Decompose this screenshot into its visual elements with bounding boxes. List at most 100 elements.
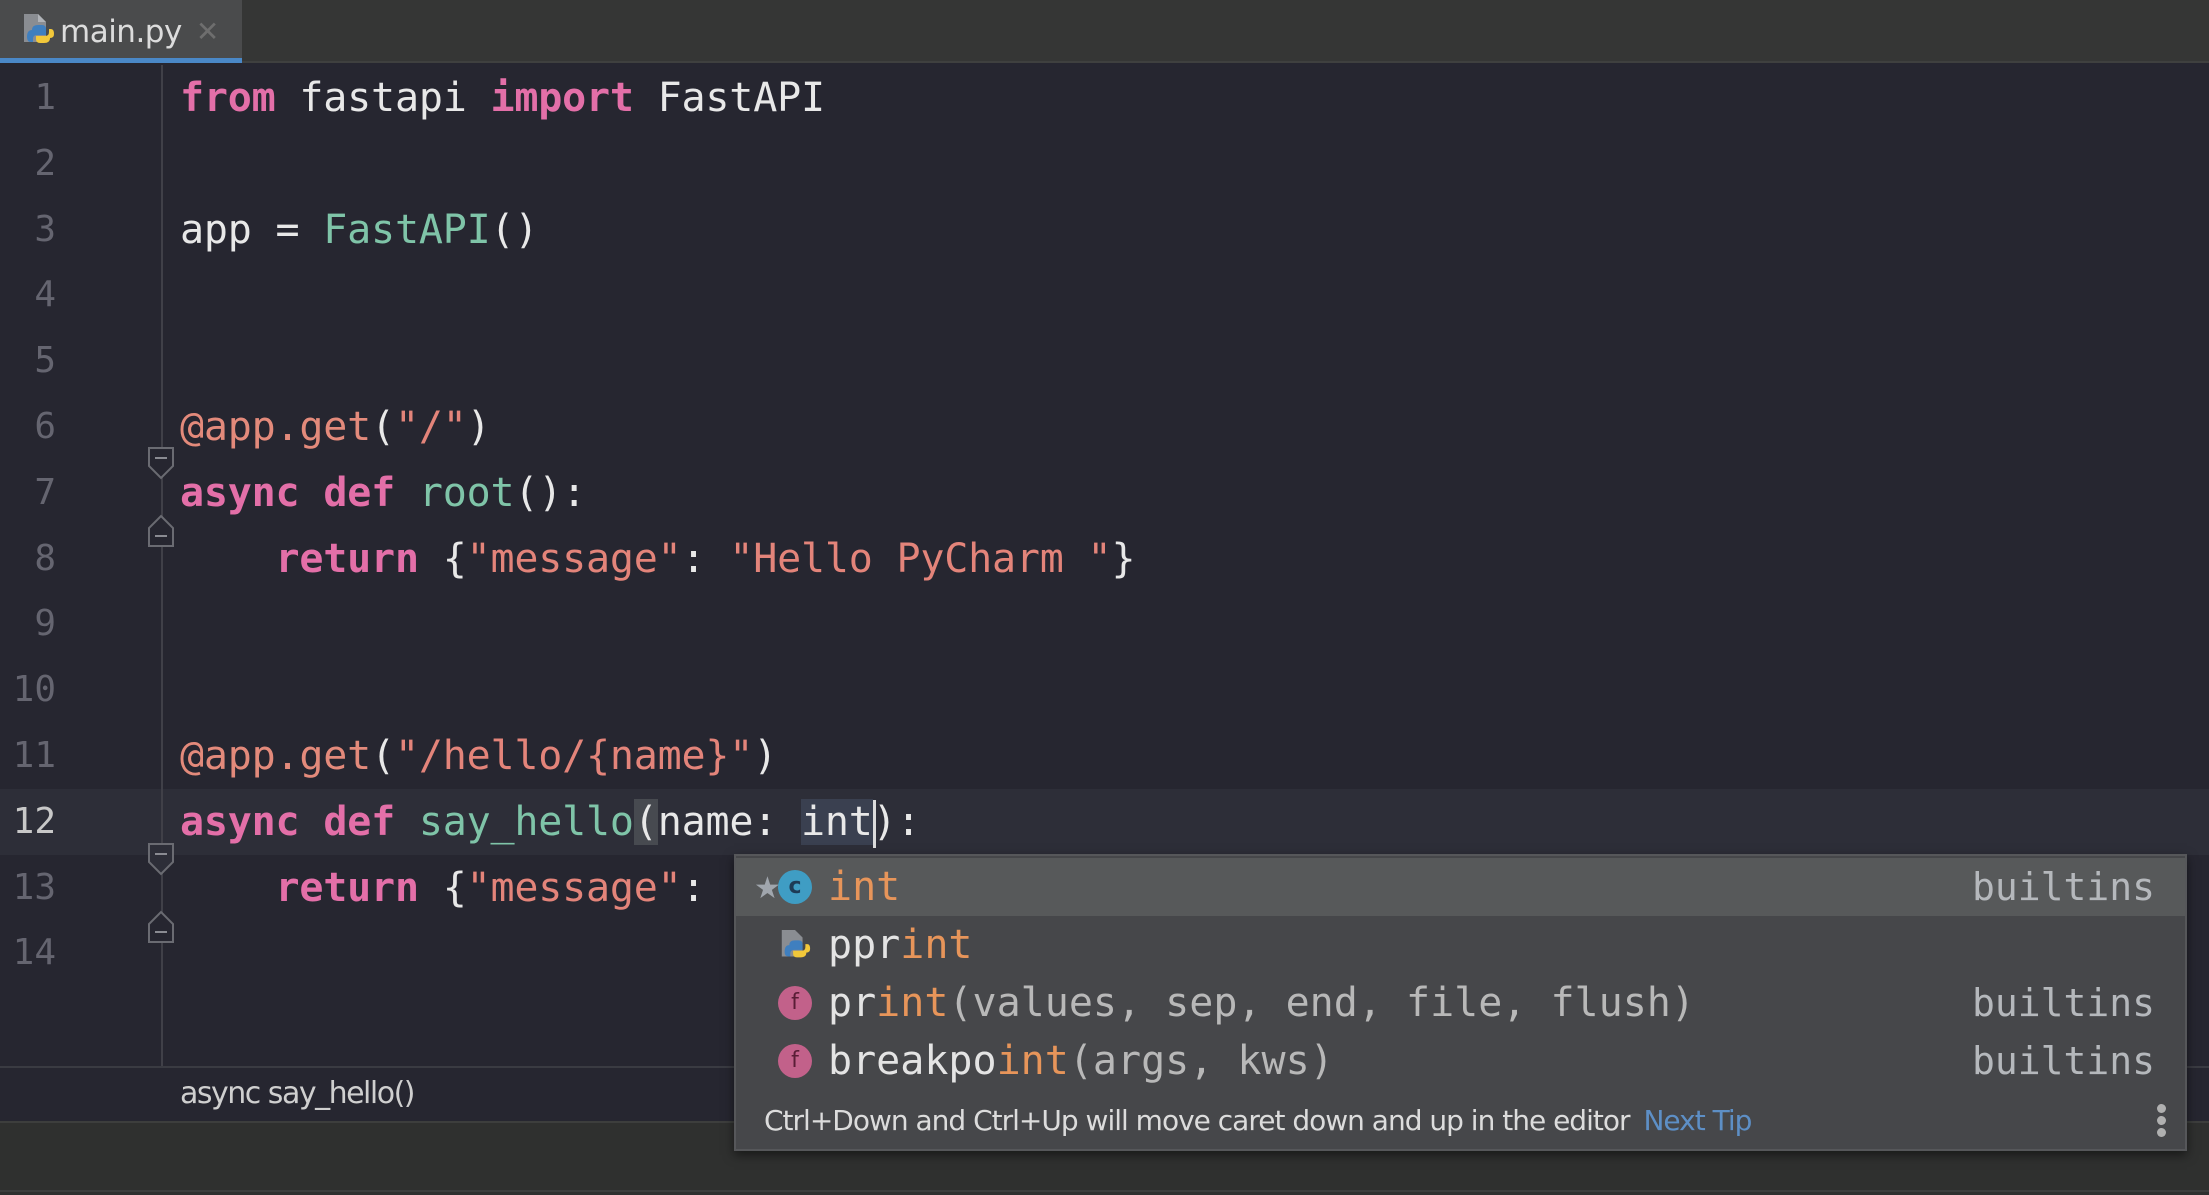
code-line[interactable]: 4 <box>0 262 2209 328</box>
line-number[interactable]: 2 <box>0 131 56 197</box>
code-text: return {"message": "Hello PyCharm "} <box>180 526 1136 592</box>
fold-start-icon[interactable] <box>146 842 176 876</box>
line-number[interactable]: 8 <box>0 526 56 592</box>
code-token: return <box>275 535 419 582</box>
code-text: app = FastAPI() <box>180 197 538 263</box>
code-token: name: <box>657 798 801 845</box>
code-token: { <box>418 864 467 911</box>
matched-paren: ( <box>633 798 658 845</box>
line-number[interactable]: 9 <box>0 591 56 657</box>
completion-item-name: pprint <box>828 922 973 968</box>
code-token: (): <box>514 469 587 516</box>
completion-item[interactable]: f breakpoint(args, kws) builtins <box>736 1032 2185 1090</box>
code-line[interactable]: 6 @app.get("/") <box>0 394 2209 460</box>
code-line[interactable]: 3 app = FastAPI() <box>0 197 2209 263</box>
editor-tab-bar: main.py ✕ <box>0 0 2209 63</box>
fold-end-icon[interactable] <box>146 910 176 944</box>
code-token: root <box>418 469 515 516</box>
completion-tip: Ctrl+Down and Ctrl+Up will move caret do… <box>736 1094 2185 1151</box>
code-token: fastapi <box>275 75 491 121</box>
code-line[interactable]: 2 <box>0 131 2209 197</box>
line-number[interactable]: 14 <box>0 920 56 986</box>
code-text: async def say_hello(name: int): <box>180 789 921 855</box>
code-token: "/hello/{name}" <box>394 733 754 779</box>
code-completion-popup: ★ c int builtins pprint f print(values, sep, e… <box>734 854 2187 1151</box>
code-line[interactable]: 7 async def root(): <box>0 460 2209 526</box>
code-token: async <box>180 798 300 845</box>
tip-text: Ctrl+Down and Ctrl+Up will move caret do… <box>764 1104 1752 1137</box>
completion-signature: (args, kws) <box>1068 1038 1334 1084</box>
python-module-icon <box>778 928 812 962</box>
completion-item[interactable]: ★ c int builtins <box>736 858 2185 916</box>
breadcrumb-item[interactable]: async say_hello() <box>180 1076 415 1111</box>
line-number[interactable]: 13 <box>0 855 56 921</box>
star-icon: ★ <box>754 871 781 906</box>
code-line[interactable]: 10 <box>0 657 2209 723</box>
code-token: ) <box>872 798 897 845</box>
code-token: ( <box>371 404 395 450</box>
line-number[interactable]: 3 <box>0 197 56 263</box>
completion-item-name: int <box>828 864 901 910</box>
code-text: from fastapi import FastAPI <box>180 65 825 131</box>
fold-end-icon[interactable] <box>146 514 176 548</box>
code-token: def <box>323 798 395 845</box>
code-token: @app.get <box>180 404 372 450</box>
completion-source: builtins <box>1971 865 2155 909</box>
code-token: : <box>896 798 921 845</box>
line-number[interactable]: 10 <box>0 657 56 723</box>
typed-word: int <box>801 798 873 845</box>
class-icon: c <box>778 870 812 904</box>
code-text: async def root(): <box>180 460 586 526</box>
fold-start-icon[interactable] <box>146 446 176 480</box>
code-token: "message" <box>466 535 682 582</box>
code-text: @app.get("/hello/{name}") <box>180 723 777 789</box>
code-token: import <box>490 75 634 121</box>
code-line[interactable]: 5 <box>0 328 2209 394</box>
tab-main-py[interactable]: main.py ✕ <box>0 0 242 63</box>
python-file-icon <box>20 12 56 52</box>
completion-item[interactable]: f print(values, sep, end, file, flush) bui… <box>736 974 2185 1032</box>
next-tip-link[interactable]: Next Tip <box>1643 1104 1752 1137</box>
code-token: } <box>1111 535 1136 582</box>
line-number[interactable]: 11 <box>0 723 56 789</box>
code-token: async <box>180 469 300 516</box>
code-line[interactable]: 12 async def say_hello(name: int): <box>0 788 2209 855</box>
completion-signature: (values, sep, end, file, flush) <box>948 980 1695 1026</box>
code-token: { <box>418 535 467 582</box>
code-token: FastAPI <box>633 75 825 121</box>
code-token: @app.get <box>180 733 372 779</box>
completion-item[interactable]: pprint <box>736 916 2185 974</box>
code-token: ) <box>466 404 491 450</box>
more-vertical-icon[interactable] <box>2155 1104 2167 1140</box>
completion-item-name: print(values, sep, end, file, flush) <box>828 980 1695 1026</box>
line-number[interactable]: 5 <box>0 328 56 394</box>
code-token: ( <box>371 733 395 779</box>
code-token: app = <box>180 206 324 253</box>
line-number[interactable]: 1 <box>0 65 56 131</box>
code-token: def <box>323 469 395 516</box>
code-line[interactable]: 1 from fastapi import FastAPI <box>0 65 2209 131</box>
code-token: return <box>275 864 419 911</box>
code-text: @app.get("/") <box>180 394 491 460</box>
line-number[interactable]: 7 <box>0 460 56 526</box>
line-number[interactable]: 6 <box>0 394 56 460</box>
code-line[interactable]: 9 <box>0 591 2209 657</box>
code-line[interactable]: 11 @app.get("/hello/{name}") <box>0 723 2209 789</box>
function-icon: f <box>778 1044 812 1078</box>
code-token: "message" <box>466 864 682 911</box>
line-number[interactable]: 12 <box>0 789 56 855</box>
code-token: say_hello <box>418 798 634 845</box>
code-line[interactable]: 8 return {"message": "Hello PyCharm "} <box>0 526 2209 592</box>
code-token: "/" <box>394 404 467 450</box>
tip-message: Ctrl+Down and Ctrl+Up will move caret do… <box>764 1104 1630 1137</box>
tab-label: main.py <box>60 13 182 50</box>
code-token: FastAPI <box>323 206 491 253</box>
code-token: () <box>490 206 539 253</box>
line-number[interactable]: 4 <box>0 262 56 328</box>
close-icon[interactable]: ✕ <box>196 17 219 46</box>
